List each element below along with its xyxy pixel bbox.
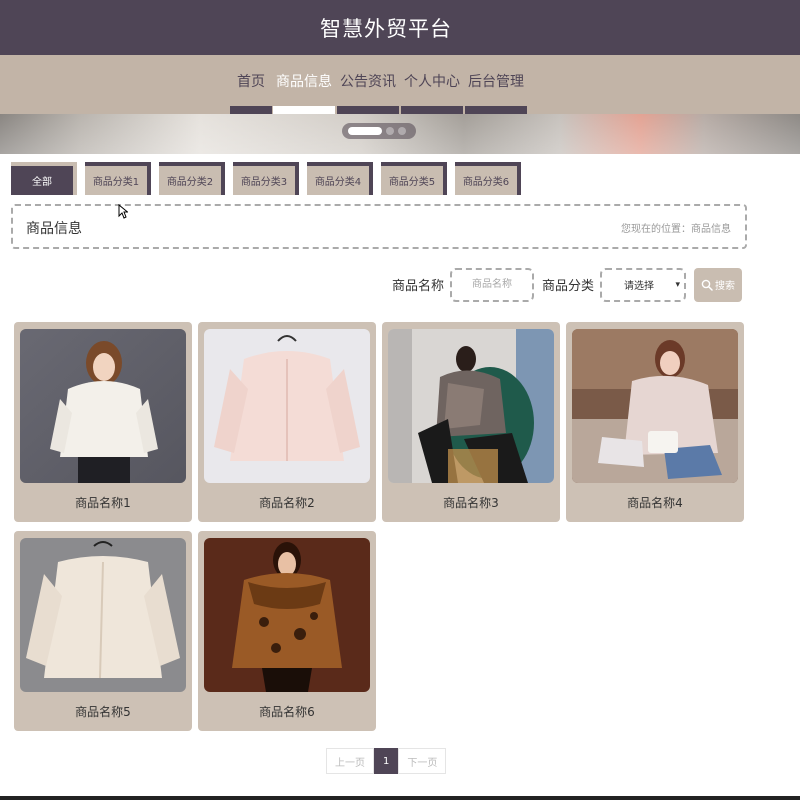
product-name[interactable]: 商品名称1 (14, 494, 192, 511)
product-name-input[interactable] (449, 267, 534, 302)
product-card[interactable]: 商品名称2 (198, 322, 376, 522)
banner-carousel (0, 114, 800, 154)
category-tab-4[interactable]: 商品分类4 (307, 162, 373, 195)
search-button-label: 搜索 (715, 281, 735, 292)
category-tab-3[interactable]: 商品分类3 (233, 162, 299, 195)
category-select-value: 请选择 (624, 281, 654, 292)
product-name[interactable]: 商品名称4 (566, 494, 744, 511)
page-number-current[interactable]: 1 (374, 748, 399, 774)
chevron-down-icon: ▾ (675, 279, 680, 290)
mouse-cursor-icon (118, 204, 128, 219)
product-image[interactable] (388, 329, 554, 483)
category-tab-5[interactable]: 商品分类5 (381, 162, 447, 195)
product-image[interactable] (204, 329, 370, 483)
product-card[interactable]: 商品名称5 (14, 531, 192, 731)
nav-item-profile[interactable]: 个人中心 (401, 55, 463, 114)
next-page-button[interactable]: 下一页 (398, 748, 447, 774)
product-name[interactable]: 商品名称6 (198, 703, 376, 720)
category-tab-1[interactable]: 商品分类1 (85, 162, 151, 195)
category-tab-6[interactable]: 商品分类6 (455, 162, 521, 195)
product-card[interactable]: 商品名称4 (566, 322, 744, 522)
carousel-dot-3[interactable] (398, 127, 406, 135)
product-image[interactable] (572, 329, 738, 483)
page-title: 商品信息 (26, 221, 82, 237)
footer-divider (0, 796, 800, 800)
product-name-label: 商品名称 (391, 279, 444, 294)
product-card[interactable]: 商品名称1 (14, 322, 192, 522)
product-card[interactable]: 商品名称3 (382, 322, 560, 522)
category-tabs: 全部 商品分类1 商品分类2 商品分类3 商品分类4 商品分类5 商品分类6 (11, 162, 521, 195)
product-category-label: 商品分类 (541, 279, 594, 294)
carousel-dot-2[interactable] (386, 127, 394, 135)
nav-item-admin[interactable]: 后台管理 (465, 55, 527, 114)
product-name[interactable]: 商品名称3 (382, 494, 560, 511)
carousel-indicators (342, 123, 416, 139)
breadcrumb-location: 您现在的位置：商品信息 (621, 224, 731, 235)
product-image[interactable] (20, 538, 186, 692)
nav-item-home[interactable]: 首页 (230, 55, 272, 114)
category-tab-all[interactable]: 全部 (11, 162, 77, 195)
prev-page-button[interactable]: 上一页 (326, 748, 374, 774)
product-image[interactable] (20, 329, 186, 483)
site-title: 智慧外贸平台 (320, 16, 452, 41)
pagination: 上一页 1 下一页 (326, 748, 447, 774)
product-name[interactable]: 商品名称2 (198, 494, 376, 511)
product-card[interactable]: 商品名称6 (198, 531, 376, 731)
top-header: 智慧外贸平台 (0, 0, 800, 55)
search-button[interactable]: 搜索 (694, 267, 742, 302)
nav-item-news[interactable]: 公告资讯 (337, 55, 399, 114)
category-select[interactable]: 请选择 ▾ (600, 267, 686, 302)
search-icon (701, 279, 713, 291)
nav-item-products[interactable]: 商品信息 (273, 55, 335, 114)
main-nav: 首页 商品信息 公告资讯 个人中心 后台管理 (0, 55, 800, 114)
category-tab-2[interactable]: 商品分类2 (159, 162, 225, 195)
product-image[interactable] (204, 538, 370, 692)
product-name[interactable]: 商品名称5 (14, 703, 192, 720)
carousel-dot-1[interactable] (348, 127, 382, 135)
search-bar: 商品名称 商品分类 请选择 ▾ 搜索 (392, 267, 742, 302)
